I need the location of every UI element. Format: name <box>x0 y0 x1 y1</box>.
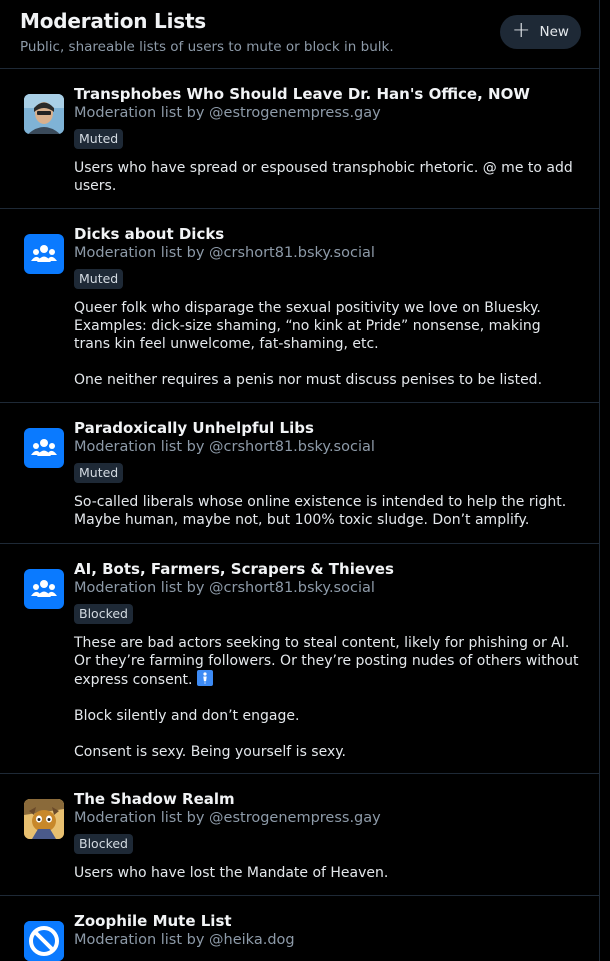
page-subtitle: Public, shareable lists of users to mute… <box>20 39 394 55</box>
bathroom-person-emoji-icon <box>196 670 213 686</box>
list-description: These are bad actors seeking to steal co… <box>74 634 581 761</box>
description-text: These are bad actors seeking to steal co… <box>74 635 579 688</box>
status-badge: Blocked <box>74 604 133 624</box>
list-item[interactable]: Paradoxically Unhelpful Libs Moderation … <box>0 403 599 544</box>
list-description: So-called liberals whose online existenc… <box>74 493 581 529</box>
description-paragraph: Users who have lost the Mandate of Heave… <box>74 865 389 881</box>
avatar <box>24 94 64 134</box>
user-photo-avatar-icon <box>24 94 64 134</box>
avatar <box>24 569 64 609</box>
list-body: The Shadow Realm Moderation list by @est… <box>74 788 581 882</box>
people-group-icon <box>31 439 57 456</box>
list-description: Users who have spread or espoused transp… <box>74 159 581 195</box>
avatar <box>24 799 64 839</box>
list-title[interactable]: The Shadow Realm <box>74 789 581 809</box>
list-item[interactable]: Zoophile Mute List Moderation list by @h… <box>0 896 599 961</box>
list-body: Paradoxically Unhelpful Libs Moderation … <box>74 417 581 529</box>
list-title[interactable]: Paradoxically Unhelpful Libs <box>74 418 581 438</box>
list-byline: Moderation list by @crshort81.bsky.socia… <box>74 580 375 596</box>
list-body: Dicks about Dicks Moderation list by @cr… <box>74 223 581 389</box>
page-title: Moderation Lists <box>20 9 207 33</box>
list-title[interactable]: AI, Bots, Farmers, Scrapers & Thieves <box>74 559 581 579</box>
description-paragraph: These are bad actors seeking to steal co… <box>74 634 581 689</box>
people-group-icon <box>31 580 57 597</box>
status-badge: Muted <box>74 269 124 289</box>
list-item[interactable]: AI, Bots, Farmers, Scrapers & Thieves Mo… <box>0 544 599 774</box>
list-byline: Moderation list by @crshort81.bsky.socia… <box>74 245 375 261</box>
list-byline: Moderation list by @crshort81.bsky.socia… <box>74 439 375 455</box>
moderation-lists-page: Moderation Lists Public, shareable lists… <box>0 0 600 961</box>
people-group-icon <box>31 245 57 262</box>
new-list-button[interactable]: + New <box>500 15 581 49</box>
description-paragraph: Block silently and don’t engage. <box>74 708 300 724</box>
list-body: Transphobes Who Should Leave Dr. Han's O… <box>74 83 581 195</box>
list-title[interactable]: Zoophile Mute List <box>74 911 581 931</box>
description-paragraph: Users who have spread or espoused transp… <box>74 160 573 194</box>
status-badge: Blocked <box>74 834 133 854</box>
list-body: Zoophile Mute List Moderation list by @h… <box>74 910 581 950</box>
list-item[interactable]: Transphobes Who Should Leave Dr. Han's O… <box>0 69 599 209</box>
avatar <box>24 428 64 468</box>
avatar <box>24 234 64 274</box>
list-body: AI, Bots, Farmers, Scrapers & Thieves Mo… <box>74 558 581 761</box>
list-description: Queer folk who disparage the sexual posi… <box>74 299 581 389</box>
status-badge: Muted <box>74 129 124 149</box>
list-title[interactable]: Transphobes Who Should Leave Dr. Han's O… <box>74 84 581 104</box>
list-byline: Moderation list by @estrogenempress.gay <box>74 810 381 826</box>
list-byline: Moderation list by @estrogenempress.gay <box>74 105 381 121</box>
avatar <box>24 921 64 961</box>
list-item[interactable]: The Shadow Realm Moderation list by @est… <box>0 774 599 896</box>
prohibited-icon <box>24 921 64 961</box>
list-byline: Moderation list by @heika.dog <box>74 932 295 948</box>
description-paragraph: Consent is sexy. Being yourself is sexy. <box>74 744 346 760</box>
description-paragraph: So-called liberals whose online existenc… <box>74 494 567 528</box>
description-paragraph: One neither requires a penis nor must di… <box>74 372 543 388</box>
list-title[interactable]: Dicks about Dicks <box>74 224 581 244</box>
status-badge: Muted <box>74 463 124 483</box>
page-header: Moderation Lists Public, shareable lists… <box>0 0 599 69</box>
new-list-button-label: New <box>539 24 569 40</box>
list-description: Users who have lost the Mandate of Heave… <box>74 864 581 882</box>
plus-icon: + <box>512 18 531 43</box>
description-paragraph: Queer folk who disparage the sexual posi… <box>74 300 541 352</box>
character-art-avatar-icon <box>24 799 64 839</box>
list-item[interactable]: Dicks about Dicks Moderation list by @cr… <box>0 209 599 403</box>
